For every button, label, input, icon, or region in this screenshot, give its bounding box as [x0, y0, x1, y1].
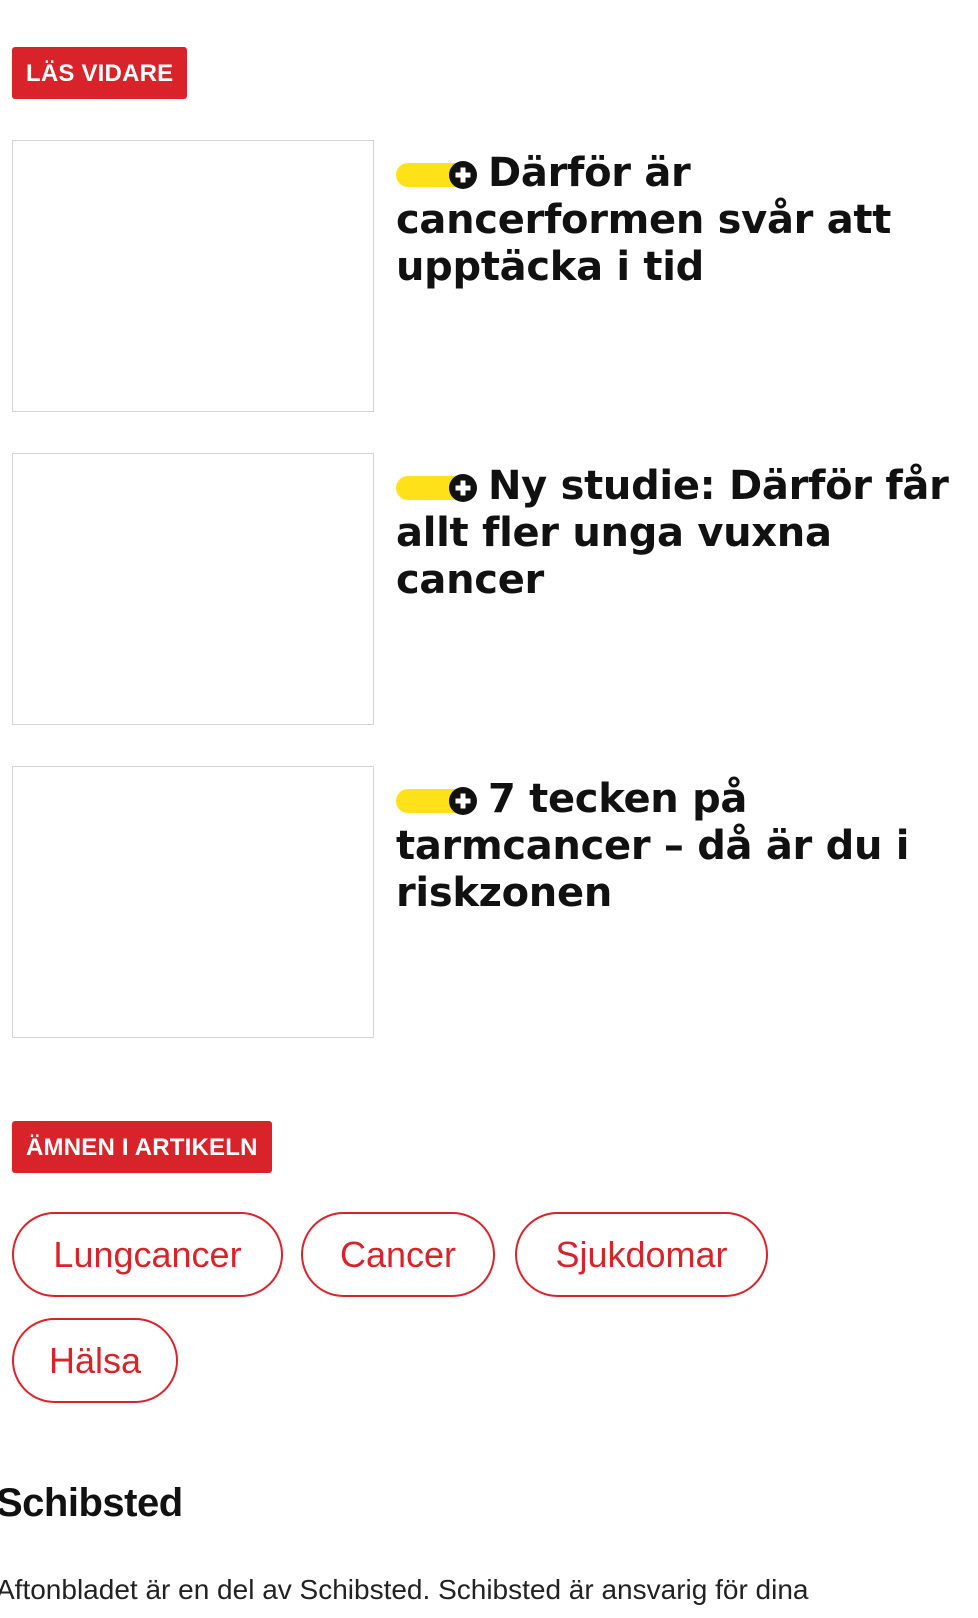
schibsted-logo[interactable]: Schibsted [0, 1481, 183, 1526]
plus-badge-icon [396, 473, 478, 502]
tag-halsa[interactable]: Hälsa [12, 1318, 178, 1403]
article-teaser[interactable]: 7 tecken på tarmcancer – då är du i risk… [12, 766, 962, 1038]
article-thumbnail[interactable] [12, 453, 374, 725]
plus-badge-icon [396, 786, 478, 815]
tag-sjukdomar[interactable]: Sjukdomar [515, 1212, 768, 1297]
topics-label: ÄMNEN I ARTIKELN [12, 1121, 272, 1173]
footer-disclaimer: Aftonbladet är en del av Schibsted. Schi… [0, 1574, 809, 1605]
article-teaser[interactable]: Ny studie: Därför får allt fler unga vux… [12, 453, 962, 725]
article-headline[interactable]: Ny studie: Därför får allt fler unga vux… [396, 463, 956, 604]
tag-lungcancer[interactable]: Lungcancer [12, 1212, 283, 1297]
plus-badge-icon [396, 160, 478, 189]
read-more-label: LÄS VIDARE [12, 47, 188, 99]
article-headline-text[interactable]: Ny studie: Därför får allt fler unga vux… [396, 463, 949, 603]
article-headline[interactable]: Därför är cancerformen svår att upptäcka… [396, 150, 956, 291]
article-thumbnail[interactable] [12, 140, 374, 412]
tag-cancer[interactable]: Cancer [301, 1212, 495, 1297]
article-thumbnail[interactable] [12, 766, 374, 1038]
article-headline[interactable]: 7 tecken på tarmcancer – då är du i risk… [396, 776, 956, 917]
article-teaser[interactable]: Därför är cancerformen svår att upptäcka… [12, 140, 962, 412]
